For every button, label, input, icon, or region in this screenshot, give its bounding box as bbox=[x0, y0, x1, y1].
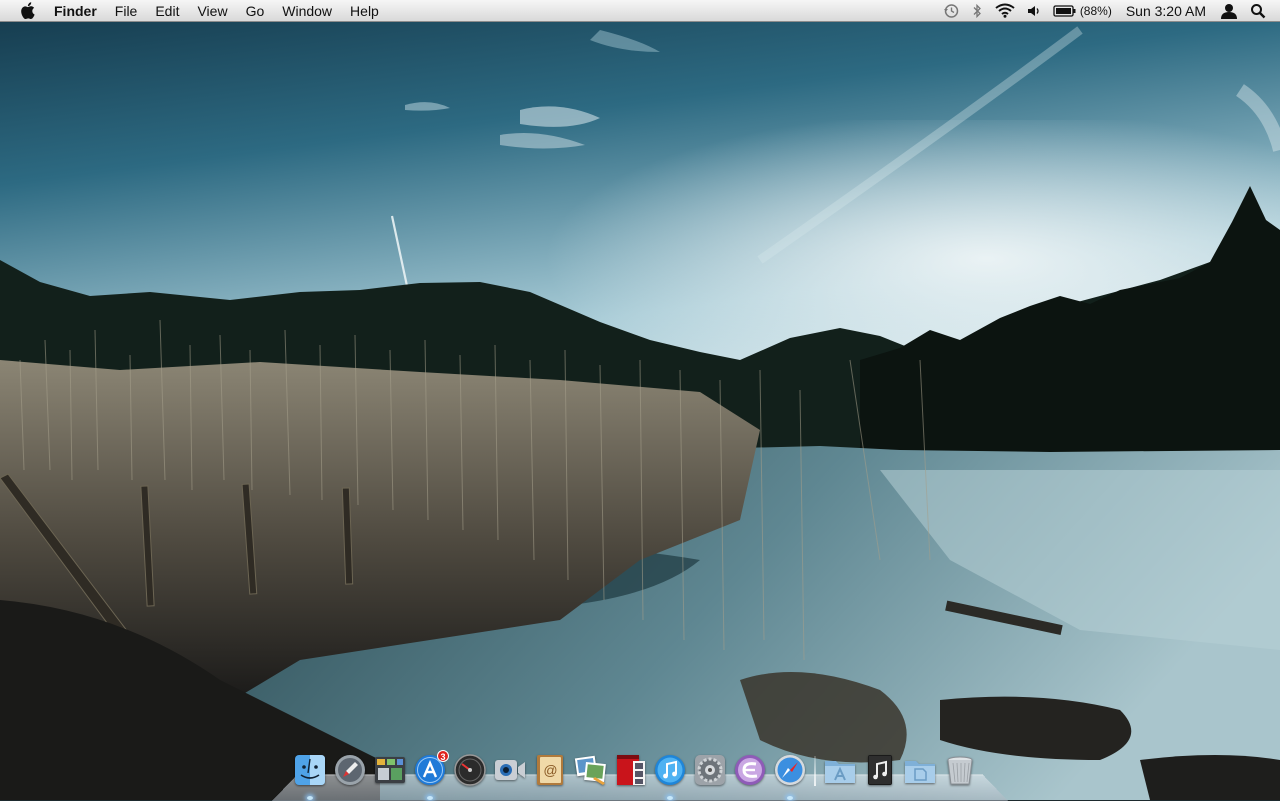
dock-dashboard[interactable] bbox=[452, 752, 488, 788]
apple-menu-icon[interactable] bbox=[18, 2, 36, 20]
applications-folder-icon bbox=[825, 761, 855, 783]
dock-separator bbox=[814, 756, 816, 786]
emacs-icon bbox=[735, 755, 765, 785]
dock-launchpad[interactable] bbox=[332, 752, 368, 788]
volume-icon[interactable] bbox=[1021, 0, 1047, 22]
dock-address-book[interactable]: @ bbox=[532, 752, 568, 788]
safari-icon bbox=[775, 755, 805, 785]
dashboard-icon bbox=[454, 754, 486, 786]
dock-facetime[interactable] bbox=[492, 752, 528, 788]
battery-icon[interactable]: (88%) bbox=[1047, 0, 1118, 22]
dock: 3 @ bbox=[292, 748, 982, 800]
app-store-badge: 3 bbox=[437, 750, 449, 762]
photo-booth-icon bbox=[617, 755, 645, 785]
dock-music-stack[interactable] bbox=[862, 752, 898, 788]
menu-window[interactable]: Window bbox=[273, 0, 341, 22]
spotlight-icon[interactable] bbox=[1244, 0, 1272, 22]
launchpad-icon bbox=[335, 755, 365, 785]
finder-icon bbox=[295, 755, 325, 785]
menu-go[interactable]: Go bbox=[237, 0, 274, 22]
dock-emacs[interactable] bbox=[732, 752, 768, 788]
mission-control-icon bbox=[375, 757, 405, 783]
documents-folder-icon bbox=[905, 761, 935, 783]
dock-app-store[interactable]: 3 bbox=[412, 750, 449, 800]
wifi-icon[interactable] bbox=[989, 0, 1021, 22]
dock-documents-stack[interactable] bbox=[902, 752, 938, 788]
dock-photo-booth[interactable] bbox=[612, 752, 648, 788]
running-indicator bbox=[787, 796, 793, 800]
svg-text:@: @ bbox=[543, 762, 557, 778]
menu-view[interactable]: View bbox=[188, 0, 236, 22]
dock-iphoto[interactable] bbox=[572, 752, 608, 788]
dock-applications-stack[interactable] bbox=[822, 752, 858, 788]
dock-system-preferences[interactable] bbox=[692, 752, 728, 788]
dock-finder[interactable] bbox=[292, 752, 328, 800]
desktop-wallpaper bbox=[0, 0, 1280, 800]
dock-safari[interactable] bbox=[772, 752, 808, 800]
dock-mission-control[interactable] bbox=[372, 752, 408, 788]
menu-bar: Finder File Edit View Go Window Help (88… bbox=[0, 0, 1280, 22]
menu-app-finder[interactable]: Finder bbox=[46, 0, 106, 22]
running-indicator bbox=[307, 796, 313, 800]
dock-itunes[interactable] bbox=[652, 752, 688, 800]
music-folder-icon bbox=[868, 755, 892, 785]
system-preferences-icon bbox=[695, 755, 725, 785]
menu-edit[interactable]: Edit bbox=[146, 0, 188, 22]
dock-trash[interactable] bbox=[942, 752, 978, 788]
trash-icon bbox=[947, 756, 973, 785]
running-indicator bbox=[427, 796, 433, 800]
itunes-icon bbox=[655, 755, 685, 785]
menu-help[interactable]: Help bbox=[341, 0, 388, 22]
user-icon[interactable] bbox=[1214, 0, 1244, 22]
menu-file[interactable]: File bbox=[106, 0, 147, 22]
address-book-icon: @ bbox=[537, 755, 563, 785]
menu-clock[interactable]: Sun 3:20 AM bbox=[1118, 3, 1214, 19]
battery-percent: (88%) bbox=[1079, 3, 1112, 18]
bluetooth-icon[interactable] bbox=[965, 0, 989, 22]
running-indicator bbox=[667, 796, 673, 800]
iphoto-icon bbox=[574, 755, 606, 785]
facetime-icon bbox=[495, 760, 525, 780]
time-machine-icon[interactable] bbox=[937, 0, 965, 22]
